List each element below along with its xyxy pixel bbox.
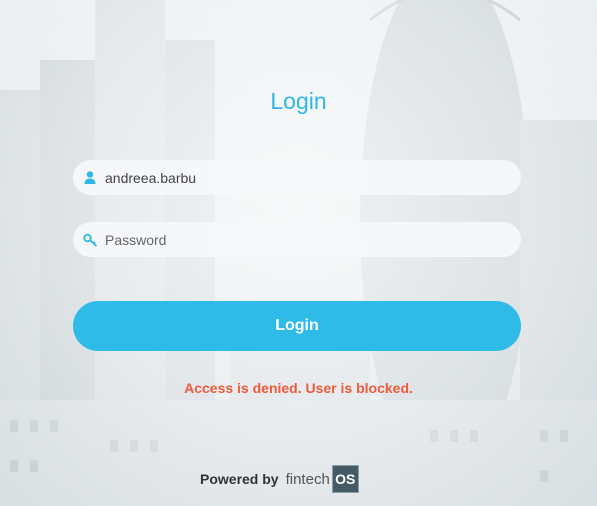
- login-title: Login: [270, 88, 327, 114]
- login-page: Login Login Access is denied. User: [0, 0, 597, 506]
- username-field[interactable]: [73, 160, 521, 195]
- password-field[interactable]: [73, 222, 521, 257]
- password-input[interactable]: [101, 222, 521, 257]
- powered-by-label: Powered by: [200, 471, 279, 487]
- error-message: Access is denied. User is blocked.: [184, 380, 413, 396]
- username-input[interactable]: [101, 160, 521, 195]
- login-button[interactable]: Login: [73, 301, 521, 351]
- brand-name: fintech: [285, 470, 330, 488]
- key-icon: [82, 232, 98, 248]
- powered-by-footer: Powered by fintech OS: [200, 465, 359, 493]
- user-icon: [82, 170, 98, 186]
- login-form: Login Login Access is denied. User: [0, 0, 597, 506]
- brand-badge: OS: [331, 465, 359, 493]
